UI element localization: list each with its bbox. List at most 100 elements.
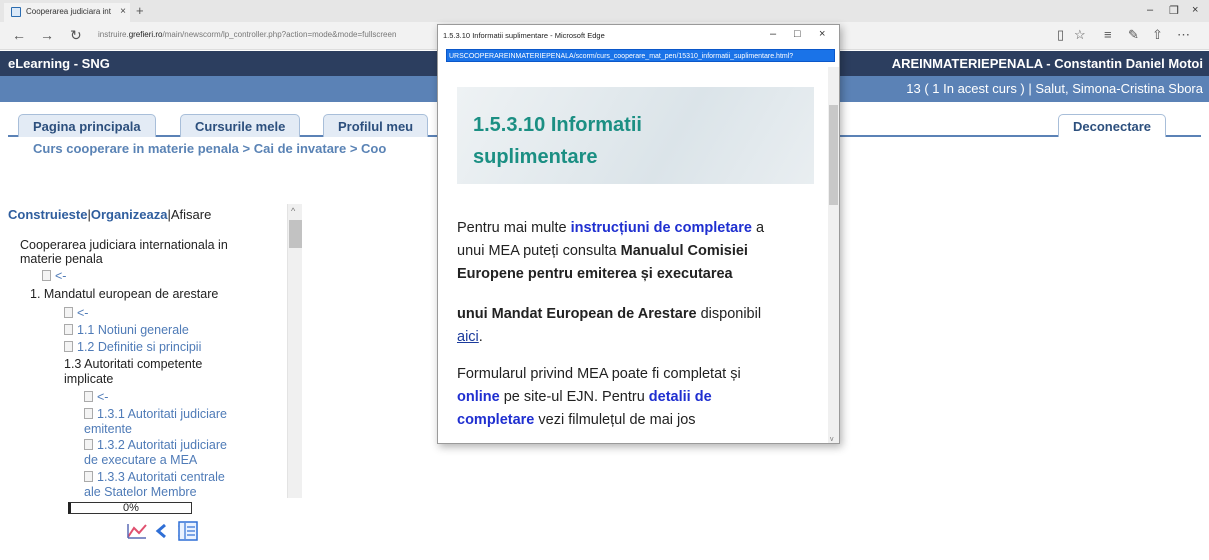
toc-item-label: 1.1 Notiuni generale <box>77 323 189 337</box>
popup-url-field[interactable]: URSCOOPERAREINMATERIEPENALA/scorm/curs_c… <box>446 49 835 62</box>
toc-item-label: <- <box>77 306 89 320</box>
toc-item-1-2[interactable]: 1.2 Definitie si principii <box>64 340 201 354</box>
toc-item-1-3-3-cont[interactable]: ale Statelor Membre <box>84 485 197 499</box>
text: . <box>478 329 483 345</box>
url-domain: grefieri.ro <box>128 30 163 39</box>
paragraph-1: Pentru mai multe instrucțiuni de complet… <box>457 217 822 286</box>
minimize-window-button[interactable]: – <box>1147 4 1153 16</box>
scrollbar-thumb[interactable] <box>289 220 302 248</box>
toc-item-chapter: 1. Mandatul european de arestare <box>30 287 219 301</box>
browser-tab[interactable]: Cooperarea judiciara int × <box>4 3 130 22</box>
paragraph-3: Formularul privind MEA poate fi completa… <box>457 363 822 432</box>
lesson-title: 1.5.3.10 Informatii suplimentare <box>473 109 642 173</box>
popup-maximize-button[interactable]: □ <box>794 28 801 40</box>
lesson-header: 1.5.3.10 Informatii suplimentare <box>457 87 814 184</box>
text: unui MEA puteți consulta <box>457 243 621 259</box>
scroll-up-icon[interactable]: ^ <box>291 206 295 216</box>
emphasis-text: completare <box>457 412 535 428</box>
toc-item-1-3-cont: implicate <box>64 372 114 386</box>
favorite-star-icon[interactable]: ☆ <box>1074 27 1086 43</box>
browser-tab-bar: Cooperarea judiciara int × + – ❐ × <box>0 0 1209 22</box>
bold-text: Manualul Comisiei <box>620 243 748 259</box>
progress-label: 0% <box>123 502 139 514</box>
toc-item-1-1[interactable]: 1.1 Notiuni generale <box>64 323 189 337</box>
lesson-title-line1: 1.5.3.10 Informatii <box>473 114 642 136</box>
emphasis-text: instrucțiuni de completare <box>570 220 752 236</box>
toc-item-root: Cooperarea judiciara internationala in <box>20 238 228 252</box>
bold-text: unui Mandat European de Arestare <box>457 306 697 322</box>
site-favicon-icon <box>11 7 21 17</box>
statistics-chart-icon[interactable] <box>126 522 148 540</box>
toc-tree: Cooperarea judiciara internationala in m… <box>0 220 288 500</box>
toc-item-label: 1.3.3 Autoritati centrale <box>97 470 225 484</box>
hub-icon[interactable]: ≡ <box>1104 27 1112 42</box>
lesson-title-line2: suplimentare <box>473 146 598 168</box>
toc-item-back[interactable]: <- <box>64 306 88 320</box>
text: pe site-ul EJN. Pentru <box>499 389 649 405</box>
logout-tab[interactable]: Deconectare <box>1058 114 1167 137</box>
toc-item-label: <- <box>97 390 109 404</box>
popup-scrollbar[interactable]: v <box>828 67 839 443</box>
toc-item-label: 1.2 Definitie si principii <box>77 340 202 354</box>
toc-item-1-3-3[interactable]: 1.3.3 Autoritati centrale <box>84 470 225 484</box>
breadcrumb[interactable]: Curs cooperare in materie penala > Cai d… <box>33 141 386 156</box>
progress-bar: 0% <box>68 502 192 514</box>
text: disponibil <box>696 306 762 322</box>
close-tab-icon[interactable]: × <box>120 6 126 17</box>
site-title: eLearning - SNG <box>8 56 110 71</box>
document-icon <box>64 341 73 352</box>
emphasis-text: online <box>457 389 500 405</box>
forward-button[interactable]: → <box>40 27 54 43</box>
document-icon <box>84 439 93 450</box>
share-icon[interactable]: ⇧ <box>1152 27 1163 43</box>
toc-item-label: <- <box>55 269 67 283</box>
refresh-button[interactable]: ↻ <box>70 27 82 44</box>
popup-titlebar: 1.5.3.10 Informatii suplimentare - Micro… <box>438 25 839 47</box>
document-icon <box>42 270 51 281</box>
more-icon[interactable]: ⋯ <box>1177 27 1190 43</box>
here-link[interactable]: aici <box>457 329 479 345</box>
toc-item-label: 1.3.1 Autoritati judiciare <box>97 407 227 421</box>
toc-item-back[interactable]: <- <box>84 390 108 404</box>
tab-my-courses[interactable]: Cursurile mele <box>180 114 301 137</box>
text: vezi filmulețul de mai jos <box>534 412 696 428</box>
tab-home[interactable]: Pagina principala <box>18 114 156 137</box>
toc-item-label: 1.3.2 Autoritati judiciare <box>97 438 227 452</box>
popup-title: 1.5.3.10 Informatii suplimentare - Micro… <box>443 31 605 40</box>
reading-view-icon[interactable]: ▯ <box>1057 27 1064 43</box>
previous-arrow-icon[interactable] <box>154 523 168 539</box>
toc-scrollbar[interactable]: ^ <box>287 204 302 498</box>
emphasis-text: detalii de <box>648 389 712 405</box>
web-note-icon[interactable]: ✎ <box>1128 27 1139 43</box>
popup-window: 1.5.3.10 Informatii suplimentare - Micro… <box>437 24 840 444</box>
scrollbar-thumb[interactable] <box>829 105 838 205</box>
toc-item-1-3-1[interactable]: 1.3.1 Autoritati judiciare <box>84 407 227 421</box>
popup-minimize-button[interactable]: – <box>770 28 776 40</box>
url-path: /main/newscorm/lp_controller.php?action=… <box>162 30 397 39</box>
document-icon <box>84 471 93 482</box>
toc-item-root-cont: materie penala <box>20 252 103 266</box>
paragraph-2: unui Mandat European de Arestare disponi… <box>457 303 822 349</box>
toc-item-1-3-1-cont[interactable]: emitente <box>84 422 132 436</box>
popup-close-button[interactable]: × <box>819 28 825 40</box>
url-prefix: instruire. <box>98 30 129 39</box>
tab-my-profile[interactable]: Profilul meu <box>323 114 429 137</box>
text: Formularul privind MEA poate fi completa… <box>457 366 741 382</box>
toc-item-1-3-2-cont[interactable]: de executare a MEA <box>84 453 197 467</box>
toc-item-1-3-2[interactable]: 1.3.2 Autoritati judiciare <box>84 438 227 452</box>
close-window-button[interactable]: × <box>1192 4 1198 16</box>
toc-item-back[interactable]: <- <box>42 269 66 283</box>
document-icon <box>64 324 73 335</box>
user-info: 13 ( 1 In acest curs ) | Salut, Simona-C… <box>906 81 1203 96</box>
document-icon <box>84 391 93 402</box>
new-tab-button[interactable]: + <box>136 3 144 18</box>
url-field[interactable]: instruire.grefieri.ro/main/newscorm/lp_c… <box>98 30 396 39</box>
restore-window-button[interactable]: ❐ <box>1169 4 1179 17</box>
bold-text: Europene pentru emiterea și executarea <box>457 266 733 282</box>
back-button[interactable]: ← <box>12 27 26 43</box>
scroll-down-icon[interactable]: v <box>830 436 834 443</box>
toc-item-1-3: 1.3 Autoritati competente <box>64 357 203 371</box>
toc-toggle-icon[interactable] <box>178 521 198 541</box>
popup-content: 1.5.3.10 Informatii suplimentare Pentru … <box>438 67 828 443</box>
text: a <box>751 220 765 236</box>
